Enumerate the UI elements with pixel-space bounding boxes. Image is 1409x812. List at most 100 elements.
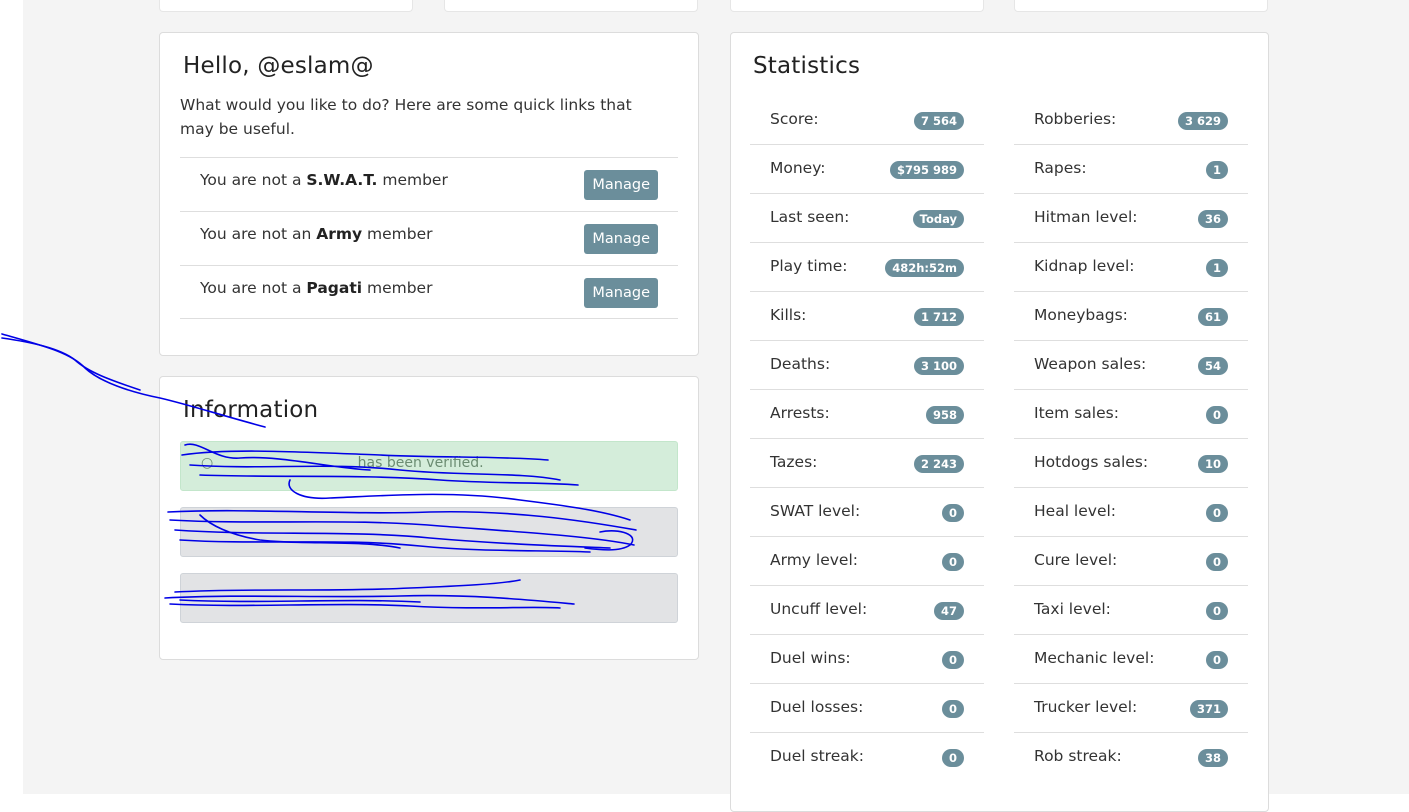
top-card-stub [1014, 0, 1268, 12]
stat-label: Duel streak: [770, 747, 864, 765]
stat-value-badge: 1 [1205, 161, 1228, 179]
stat-value-badge: 958 [925, 406, 964, 424]
stat-value-badge: 36 [1197, 210, 1228, 228]
manage-army-button[interactable]: Manage [584, 224, 658, 254]
stat-value-badge: 38 [1197, 749, 1228, 767]
stat-value-badge: 0 [1205, 651, 1228, 669]
stat-label: Cure level: [1034, 551, 1118, 569]
stat-value-badge: 0 [1205, 406, 1228, 424]
manage-swat-button[interactable]: Manage [584, 170, 658, 200]
stat-label: Mechanic level: [1034, 649, 1155, 667]
stat-value-badge: 0 [941, 553, 964, 571]
stat-row: Kidnap level: 1 [1014, 243, 1248, 292]
stat-row: Tazes: 2 243 [750, 439, 984, 488]
information-title: Information [183, 397, 319, 423]
stat-row: Duel wins: 0 [750, 635, 984, 684]
stat-row: Rob streak: 38 [1014, 733, 1248, 782]
stat-label: Arrests: [770, 404, 830, 422]
stat-value-badge: 54 [1197, 357, 1228, 375]
stat-value-badge: 0 [941, 700, 964, 718]
greeting-title: Hello, @eslam@ [183, 53, 374, 79]
information-card: Information ○ has been verified. [159, 376, 699, 660]
group-row-pagati: You are not a Pagati member Manage [180, 265, 678, 319]
stat-value-badge: 3 629 [1177, 112, 1228, 130]
stat-value-badge: 0 [941, 749, 964, 767]
stat-label: Deaths: [770, 355, 831, 373]
group-status-text: You are not a Pagati member [200, 279, 433, 297]
stat-label: Hitman level: [1034, 208, 1138, 226]
group-status-text: You are not a S.W.A.T. member [200, 171, 448, 189]
group-row-army: You are not an Army member Manage [180, 211, 678, 265]
stat-row: Money: $795 989 [750, 145, 984, 194]
stat-label: Moneybags: [1034, 306, 1128, 324]
stat-label: Trucker level: [1034, 698, 1138, 716]
manage-pagati-button[interactable]: Manage [584, 278, 658, 308]
stat-label: Weapon sales: [1034, 355, 1147, 373]
stat-row: Kills: 1 712 [750, 292, 984, 341]
stat-label: Army level: [770, 551, 858, 569]
top-card-stub [730, 0, 984, 12]
stat-row: Robberies: 3 629 [1014, 96, 1248, 145]
stat-row: Weapon sales: 54 [1014, 341, 1248, 390]
stat-value-badge: 482h:52m [885, 259, 964, 277]
stat-label: Tazes: [770, 453, 818, 471]
top-card-stub [159, 0, 413, 12]
stat-value-badge: 7 564 [913, 112, 964, 130]
stat-row: Cure level: 0 [1014, 537, 1248, 586]
stat-row: Heal level: 0 [1014, 488, 1248, 537]
group-row-swat: You are not a S.W.A.T. member Manage [180, 157, 678, 211]
stat-label: Heal level: [1034, 502, 1117, 520]
stat-value-badge: 371 [1189, 700, 1228, 718]
stat-label: Kidnap level: [1034, 257, 1135, 275]
check-circle-icon: ○ [201, 455, 214, 471]
statistics-title: Statistics [753, 53, 861, 79]
stat-label: SWAT level: [770, 502, 861, 520]
stat-value-badge: 0 [1205, 504, 1228, 522]
statistics-card: Statistics Score: 7 564 Money: $795 989 Last… [730, 32, 1269, 812]
stat-label: Last seen: [770, 208, 850, 226]
stat-label: Rapes: [1034, 159, 1087, 177]
stat-row: Moneybags: 61 [1014, 292, 1248, 341]
stat-label: Hotdogs sales: [1034, 453, 1149, 471]
stat-label: Rob streak: [1034, 747, 1122, 765]
stat-row: Taxi level: 0 [1014, 586, 1248, 635]
stat-row: Army level: 0 [750, 537, 984, 586]
stat-row: Duel streak: 0 [750, 733, 984, 782]
stat-row: Deaths: 3 100 [750, 341, 984, 390]
stat-value-badge: 3 100 [913, 357, 964, 375]
stat-row: Hitman level: 36 [1014, 194, 1248, 243]
stat-value-badge: 0 [1205, 602, 1228, 620]
stat-row: Item sales: 0 [1014, 390, 1248, 439]
stat-value-badge: 1 712 [913, 308, 964, 326]
stat-row: Last seen: Today [750, 194, 984, 243]
stat-value-badge: 1 [1205, 259, 1228, 277]
stat-value-badge: 0 [941, 504, 964, 522]
top-card-stub [444, 0, 698, 12]
stat-label: Money: [770, 159, 826, 177]
stat-row: Arrests: 958 [750, 390, 984, 439]
stat-row: Mechanic level: 0 [1014, 635, 1248, 684]
stat-label: Play time: [770, 257, 848, 275]
stat-label: Kills: [770, 306, 807, 324]
greeting-intro: What would you like to do? Here are some… [180, 96, 632, 138]
info-alert [180, 507, 678, 557]
stat-value-badge: $795 989 [889, 161, 964, 179]
stat-value-badge: Today [912, 210, 964, 228]
greeting-card: Hello, @eslam@ What would you like to do… [159, 32, 699, 356]
stat-row: Hotdogs sales: 10 [1014, 439, 1248, 488]
stat-row: Score: 7 564 [750, 96, 984, 145]
stat-label: Item sales: [1034, 404, 1119, 422]
stat-value-badge: 47 [933, 602, 964, 620]
stat-row: SWAT level: 0 [750, 488, 984, 537]
stat-value-badge: 61 [1197, 308, 1228, 326]
stat-label: Score: [770, 110, 819, 128]
stat-row: Rapes: 1 [1014, 145, 1248, 194]
alert-text: has been verified. [357, 455, 484, 471]
group-status-text: You are not an Army member [200, 225, 433, 243]
stat-label: Robberies: [1034, 110, 1117, 128]
verified-alert: ○ has been verified. [180, 441, 678, 491]
stat-value-badge: 2 243 [913, 455, 964, 473]
stat-row: Trucker level: 371 [1014, 684, 1248, 733]
stat-label: Uncuff level: [770, 600, 868, 618]
stat-value-badge: 0 [1205, 553, 1228, 571]
